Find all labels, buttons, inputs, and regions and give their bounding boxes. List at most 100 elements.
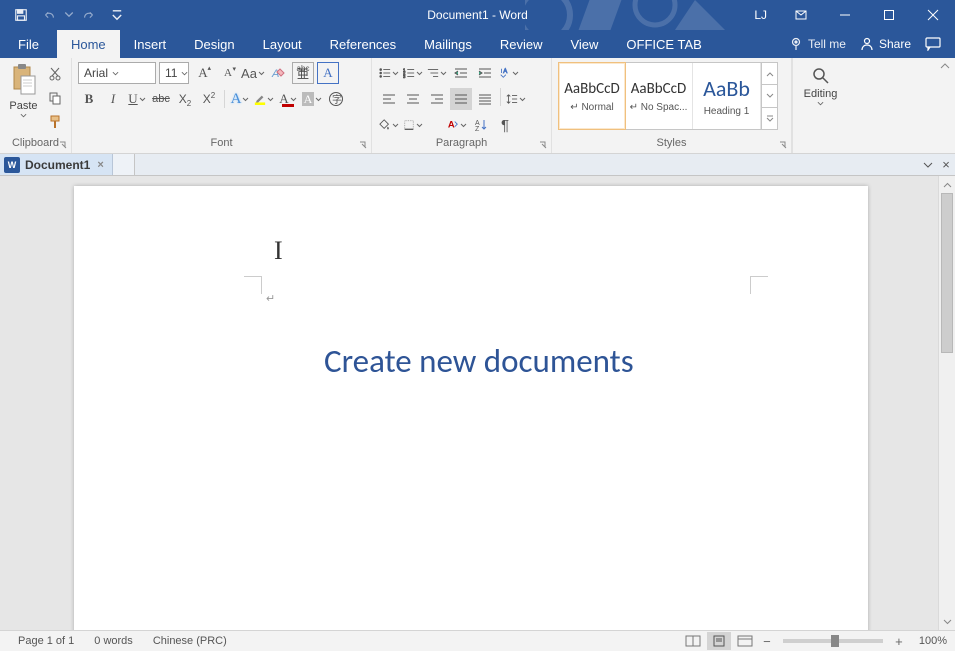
bullets-button[interactable]: [378, 62, 400, 84]
styles-scroll-down[interactable]: [762, 85, 777, 107]
print-layout-button[interactable]: [707, 632, 731, 650]
distributed-button[interactable]: [474, 88, 496, 110]
increase-indent-button[interactable]: [474, 62, 496, 84]
subscript-button[interactable]: X2: [174, 88, 196, 110]
underline-button[interactable]: U: [126, 88, 148, 110]
paste-button[interactable]: Paste: [6, 62, 41, 119]
tell-me-search[interactable]: Tell me: [789, 37, 846, 51]
document-tab-label: Document1: [25, 158, 90, 172]
borders-button[interactable]: [402, 114, 424, 136]
tab-office-tab[interactable]: OFFICE TAB: [612, 30, 715, 58]
phonetic-guide-button[interactable]: abc亜: [292, 62, 314, 84]
word-count-status[interactable]: 0 words: [84, 635, 143, 647]
minimize-button[interactable]: [823, 0, 867, 30]
scroll-track[interactable]: [939, 193, 955, 613]
align-left-button[interactable]: [378, 88, 400, 110]
paste-dropdown[interactable]: [20, 112, 27, 119]
sort-button[interactable]: AZ: [470, 114, 492, 136]
shrink-font-button[interactable]: A▾: [217, 62, 239, 84]
multilevel-list-button[interactable]: [426, 62, 448, 84]
editing-button[interactable]: Editing: [799, 62, 842, 107]
styles-expand[interactable]: [762, 108, 777, 129]
tab-design[interactable]: Design: [180, 30, 248, 58]
line-spacing-button[interactable]: [505, 88, 527, 110]
zoom-out-button[interactable]: −: [759, 634, 775, 649]
styles-scroll-up[interactable]: [762, 63, 777, 85]
align-right-button[interactable]: [426, 88, 448, 110]
tab-view[interactable]: View: [556, 30, 612, 58]
zoom-level[interactable]: 100%: [909, 635, 947, 647]
redo-button[interactable]: [76, 2, 102, 28]
text-effects-button[interactable]: A: [229, 88, 251, 110]
cut-button[interactable]: [45, 64, 65, 84]
enclose-characters-button[interactable]: 字: [325, 88, 347, 110]
zoom-slider[interactable]: [783, 639, 883, 643]
grow-font-button[interactable]: A▴: [192, 62, 214, 84]
font-name-combo[interactable]: Arial: [78, 62, 156, 84]
highlight-button[interactable]: [253, 88, 275, 110]
font-launcher[interactable]: [357, 139, 369, 151]
read-mode-button[interactable]: [681, 632, 705, 650]
tab-references[interactable]: References: [316, 30, 410, 58]
font-color-button[interactable]: A: [277, 88, 299, 110]
shading-button[interactable]: [378, 114, 400, 136]
align-center-button[interactable]: [402, 88, 424, 110]
new-tab-button[interactable]: [113, 154, 135, 175]
tab-review[interactable]: Review: [486, 30, 557, 58]
maximize-button[interactable]: [867, 0, 911, 30]
tab-list-dropdown[interactable]: [919, 156, 937, 174]
style-heading-1[interactable]: AaBb Heading 1: [693, 63, 761, 129]
format-painter-button[interactable]: [45, 112, 65, 132]
strikethrough-button[interactable]: abc: [150, 88, 172, 110]
page[interactable]: I ↵ Create new documents: [74, 186, 868, 630]
font-size-combo[interactable]: 11: [159, 62, 189, 84]
language-status[interactable]: Chinese (PRC): [143, 635, 237, 647]
save-button[interactable]: [8, 2, 34, 28]
tab-home[interactable]: Home: [57, 30, 120, 58]
tab-file[interactable]: File: [0, 30, 57, 58]
numbering-button[interactable]: 123: [402, 62, 424, 84]
scroll-down-button[interactable]: [939, 613, 955, 630]
tab-insert[interactable]: Insert: [120, 30, 181, 58]
ribbon-display-options[interactable]: [779, 0, 823, 30]
italic-button[interactable]: I: [102, 88, 124, 110]
vertical-scrollbar[interactable]: [938, 176, 955, 630]
zoom-in-button[interactable]: +: [891, 634, 907, 649]
zoom-slider-thumb[interactable]: [831, 635, 839, 647]
character-shading-button[interactable]: A: [301, 88, 323, 110]
decrease-indent-button[interactable]: [450, 62, 472, 84]
document-heading-text[interactable]: Create new documents: [324, 341, 634, 381]
document-tab-active[interactable]: W Document1 ×: [0, 154, 113, 175]
bold-button[interactable]: B: [78, 88, 100, 110]
close-button[interactable]: [911, 0, 955, 30]
show-hide-paragraph-button[interactable]: ¶: [494, 114, 516, 136]
scroll-up-button[interactable]: [939, 176, 955, 193]
share-button[interactable]: Share: [860, 37, 911, 51]
justify-button[interactable]: [450, 88, 472, 110]
collapse-ribbon-button[interactable]: [939, 60, 951, 72]
asian-layout-button[interactable]: A: [498, 62, 520, 84]
undo-button[interactable]: [36, 2, 62, 28]
copy-button[interactable]: [45, 88, 65, 108]
document-viewport[interactable]: I ↵ Create new documents: [0, 176, 938, 630]
close-tab-button[interactable]: ×: [95, 159, 105, 171]
comments-pane-button[interactable]: [925, 37, 941, 51]
undo-dropdown[interactable]: [64, 2, 74, 28]
scroll-thumb[interactable]: [941, 193, 953, 353]
styles-launcher[interactable]: [777, 139, 789, 151]
tab-layout[interactable]: Layout: [249, 30, 316, 58]
close-all-tabs-button[interactable]: ×: [937, 156, 955, 174]
paragraph-launcher[interactable]: [537, 139, 549, 151]
change-case-button[interactable]: Aa: [242, 62, 264, 84]
snap-to-grid-button[interactable]: A: [446, 114, 468, 136]
web-layout-button[interactable]: [733, 632, 757, 650]
clipboard-launcher[interactable]: [57, 139, 69, 151]
tab-mailings[interactable]: Mailings: [410, 30, 486, 58]
clear-formatting-button[interactable]: A: [267, 62, 289, 84]
qat-customize[interactable]: [104, 2, 130, 28]
page-number-status[interactable]: Page 1 of 1: [8, 635, 84, 647]
superscript-button[interactable]: X2: [198, 88, 220, 110]
style-no-spacing[interactable]: AaBbCcD ↵ No Spac...: [625, 63, 693, 129]
style-normal[interactable]: AaBbCcD ↵ Normal: [558, 62, 626, 130]
character-border-button[interactable]: A: [317, 62, 339, 84]
